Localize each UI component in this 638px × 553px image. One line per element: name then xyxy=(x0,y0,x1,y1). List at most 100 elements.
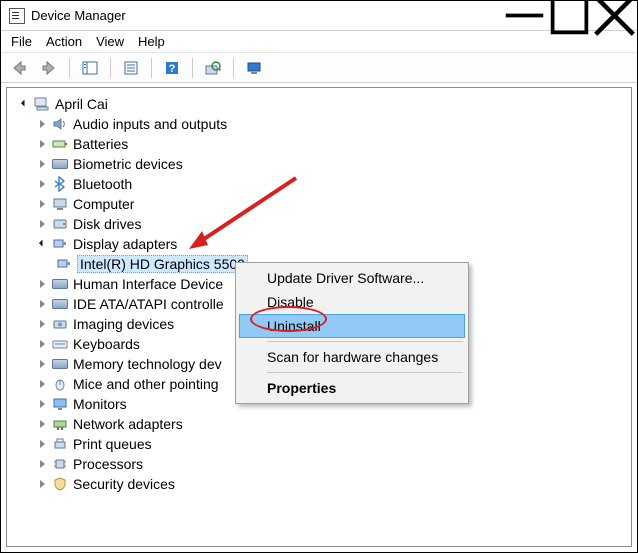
window-title: Device Manager xyxy=(31,8,502,23)
imaging-icon xyxy=(51,316,69,332)
expand-arrow-icon[interactable] xyxy=(35,357,49,371)
toolbar-separator xyxy=(151,58,152,78)
tree-node-label: Batteries xyxy=(73,136,128,152)
context-separator xyxy=(267,341,463,342)
expand-arrow-icon[interactable] xyxy=(35,477,49,491)
expand-arrow-icon[interactable] xyxy=(35,277,49,291)
network-icon xyxy=(51,416,69,432)
computer-category-icon xyxy=(51,196,69,212)
tree-node-label: Security devices xyxy=(73,476,175,492)
tree-node-label: Intel(R) HD Graphics 5500 xyxy=(77,255,248,273)
processor-icon xyxy=(51,456,69,472)
tree-node-label: Biometric devices xyxy=(73,156,183,172)
tree-node-display[interactable]: Display adapters xyxy=(11,234,627,254)
tree-node-label: Bluetooth xyxy=(73,176,132,192)
context-uninstall[interactable]: Uninstall xyxy=(239,314,465,338)
tree-node-label: Mice and other pointing xyxy=(73,376,219,392)
minimize-button[interactable] xyxy=(502,1,547,30)
toolbar: ? xyxy=(1,53,637,83)
tree-root[interactable]: April Cai xyxy=(11,94,627,114)
tree-node-label: Print queues xyxy=(73,436,152,452)
menu-view[interactable]: View xyxy=(96,34,124,49)
toolbar-separator xyxy=(233,58,234,78)
tree-node-label: IDE ATA/ATAPI controlle xyxy=(73,296,224,312)
tree-node-label: Memory technology dev xyxy=(73,356,222,372)
svg-text:?: ? xyxy=(169,63,176,75)
close-button[interactable] xyxy=(592,1,637,30)
disk-icon xyxy=(51,216,69,232)
expand-arrow-icon[interactable] xyxy=(35,217,49,231)
back-button[interactable] xyxy=(7,56,31,80)
context-scan[interactable]: Scan for hardware changes xyxy=(239,345,465,369)
display-adapter-icon xyxy=(55,256,73,272)
expand-arrow-icon[interactable] xyxy=(35,197,49,211)
monitor-icon xyxy=(51,396,69,412)
context-properties[interactable]: Properties xyxy=(239,376,465,400)
tree-node-biometric[interactable]: Biometric devices xyxy=(11,154,627,174)
mouse-icon xyxy=(51,376,69,392)
tree-node-audio[interactable]: Audio inputs and outputs xyxy=(11,114,627,134)
tree-node-print[interactable]: Print queues xyxy=(11,434,627,454)
menu-help[interactable]: Help xyxy=(138,34,165,49)
security-icon xyxy=(51,476,69,492)
menu-action[interactable]: Action xyxy=(46,34,82,49)
expand-arrow-icon[interactable] xyxy=(35,117,49,131)
tree-node-label: Display adapters xyxy=(73,236,177,252)
tree-node-processors[interactable]: Processors xyxy=(11,454,627,474)
show-hide-tree-button[interactable] xyxy=(78,56,102,80)
tree-root-label: April Cai xyxy=(55,96,108,112)
tree-node-label: Disk drives xyxy=(73,216,141,232)
expand-arrow-icon[interactable] xyxy=(35,137,49,151)
titlebar: Device Manager xyxy=(1,1,637,31)
tree-node-label: Monitors xyxy=(73,396,127,412)
expand-arrow-icon[interactable] xyxy=(35,237,49,251)
help-button[interactable]: ? xyxy=(160,56,184,80)
battery-icon xyxy=(51,136,69,152)
app-icon xyxy=(9,8,25,24)
scan-hardware-button[interactable] xyxy=(201,56,225,80)
expand-arrow-icon[interactable] xyxy=(35,397,49,411)
maximize-button[interactable] xyxy=(547,1,592,30)
expand-arrow-icon[interactable] xyxy=(17,97,31,111)
biometric-icon xyxy=(51,156,69,172)
hid-icon xyxy=(51,276,69,292)
expand-arrow-icon[interactable] xyxy=(35,177,49,191)
context-disable[interactable]: Disable xyxy=(239,290,465,314)
tree-node-batteries[interactable]: Batteries xyxy=(11,134,627,154)
ide-icon xyxy=(51,296,69,312)
expand-arrow-icon[interactable] xyxy=(35,437,49,451)
forward-button[interactable] xyxy=(37,56,61,80)
tree-node-label: Imaging devices xyxy=(73,316,174,332)
toolbar-separator xyxy=(110,58,111,78)
tree-node-computer[interactable]: Computer xyxy=(11,194,627,214)
printer-icon xyxy=(51,436,69,452)
window-controls xyxy=(502,1,637,30)
tree-node-network[interactable]: Network adapters xyxy=(11,414,627,434)
context-update-driver[interactable]: Update Driver Software... xyxy=(239,266,465,290)
tree-node-label: Processors xyxy=(73,456,143,472)
properties-button[interactable] xyxy=(119,56,143,80)
toolbar-separator xyxy=(69,58,70,78)
monitor-button[interactable] xyxy=(242,56,266,80)
bluetooth-icon xyxy=(51,176,69,192)
expand-arrow-icon[interactable] xyxy=(35,157,49,171)
keyboard-icon xyxy=(51,336,69,352)
expand-arrow-icon[interactable] xyxy=(35,317,49,331)
tree-node-label: Audio inputs and outputs xyxy=(73,116,227,132)
tree-node-label: Human Interface Device xyxy=(73,276,223,292)
expand-arrow-icon[interactable] xyxy=(35,417,49,431)
toolbar-separator xyxy=(192,58,193,78)
tree-node-security[interactable]: Security devices xyxy=(11,474,627,494)
expand-arrow-icon[interactable] xyxy=(35,337,49,351)
tree-node-bluetooth[interactable]: Bluetooth xyxy=(11,174,627,194)
context-separator xyxy=(267,372,463,373)
tree-node-disk[interactable]: Disk drives xyxy=(11,214,627,234)
expand-arrow-icon[interactable] xyxy=(35,457,49,471)
context-menu: Update Driver Software... Disable Uninst… xyxy=(235,262,469,404)
expand-arrow-icon[interactable] xyxy=(35,377,49,391)
menu-file[interactable]: File xyxy=(11,34,32,49)
expand-arrow-icon[interactable] xyxy=(35,297,49,311)
display-adapter-icon xyxy=(51,236,69,252)
memory-icon xyxy=(51,356,69,372)
audio-icon xyxy=(51,116,69,132)
